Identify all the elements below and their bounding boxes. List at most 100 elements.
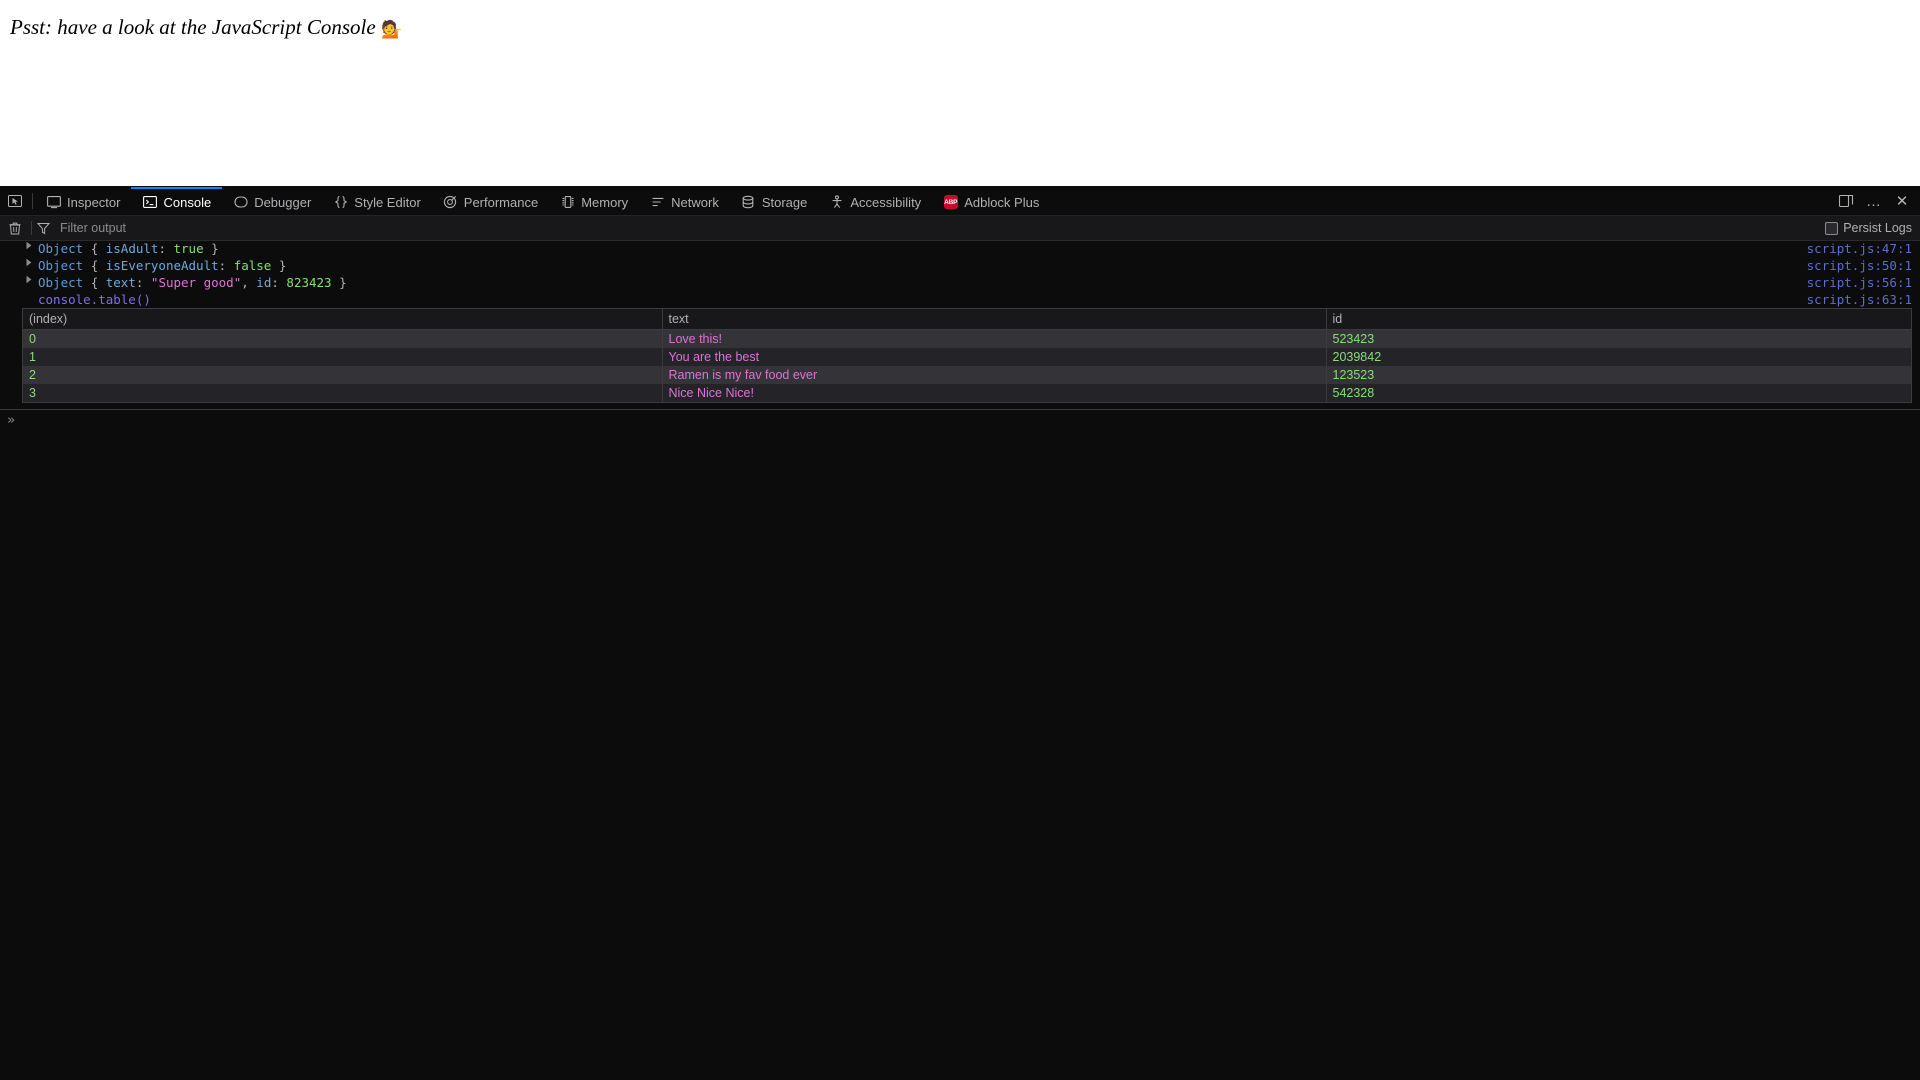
tab-storage[interactable]: Storage [730,187,819,215]
token: Object [38,241,91,256]
console-message[interactable]: Object { isEveryoneAdult: false }script.… [0,258,1920,275]
accessibility-icon [830,195,844,209]
persist-logs-label: Persist Logs [1843,221,1912,235]
console-message-list: Object { isAdult: true }script.js:47:1Ob… [0,241,1920,292]
token: : [136,275,151,290]
table-cell-text: Ramen is my fav food ever [662,366,1326,384]
token: Object [38,258,91,273]
tab-network[interactable]: Network [639,187,730,215]
token: { [91,241,106,256]
dock-panel-icon [1839,194,1854,208]
inspector-icon-wrap [46,195,61,210]
console-message-content: Object { isEveryoneAdult: false } [36,258,1795,274]
tab-accessibility[interactable]: Accessibility [818,187,932,215]
tab-label: Memory [581,195,628,210]
message-source-link[interactable]: script.js:50:1 [1795,258,1912,274]
page-content: Psst: have a look at the JavaScript Cons… [0,0,1920,186]
clear-console-button[interactable] [4,218,26,238]
close-devtools-button[interactable]: ✕ [1888,187,1916,215]
network-icon [651,195,665,209]
tab-adblock-plus[interactable]: ABP Adblock Plus [932,187,1050,215]
trash-icon [9,222,21,235]
table-cell-id: 523423 [1326,330,1911,349]
style-editor-icon [334,195,348,209]
token: false [234,258,272,273]
devtools-panel: InspectorConsole Debugger Style Editor Perf… [0,186,1920,1080]
table-row[interactable]: 2Ramen is my fav food ever123523 [23,366,1911,384]
token: } [271,258,286,273]
console-table-head: (index)textid [23,309,1911,330]
accessibility-icon-wrap [829,195,844,210]
expand-twisty-icon[interactable] [22,258,36,267]
table-cell-text: You are the best [662,348,1326,366]
console-table-label: console.table() [0,292,1795,308]
tab-performance[interactable]: Performance [432,187,549,215]
table-column-header[interactable]: id [1326,309,1911,330]
persist-logs-checkbox[interactable] [1825,222,1838,235]
token: isEveryoneAdult [106,258,219,273]
tab-label: Style Editor [354,195,420,210]
devtools-toolbar: InspectorConsole Debugger Style Editor Perf… [0,187,1920,216]
expand-twisty-icon[interactable] [22,241,36,250]
table-row[interactable]: 0Love this!523423 [23,330,1911,349]
style-editor-icon-wrap [333,195,348,210]
expand-twisty-icon[interactable] [22,275,36,284]
memory-icon-wrap [560,195,575,210]
table-column-header[interactable]: (index) [23,309,662,330]
tab-memory[interactable]: Memory [549,187,639,215]
console-output: Object { isAdult: true }script.js:47:1Ob… [0,241,1920,1080]
network-icon-wrap [650,195,665,210]
token: : [219,258,234,273]
table-header-row: (index)textid [23,309,1911,330]
tab-debugger[interactable]: Debugger [222,187,322,215]
performance-icon [443,195,457,209]
token: 823423 [286,275,331,290]
tab-label: Adblock Plus [964,195,1039,210]
tab-style-editor[interactable]: Style Editor [322,187,431,215]
console-prompt-chevron: » [0,412,22,429]
tab-label: Debugger [254,195,311,210]
console-table-source-link[interactable]: script.js:63:1 [1795,292,1912,307]
console-filter-bar: Persist Logs [0,216,1920,241]
element-picker-icon [8,194,22,208]
console-message-content: Object { isAdult: true } [36,241,1795,257]
console-message[interactable]: Object { isAdult: true }script.js:47:1 [0,241,1920,258]
token: } [332,275,347,290]
tab-label: Performance [464,195,538,210]
table-cell-index: 1 [23,348,662,366]
message-source-link[interactable]: script.js:47:1 [1795,241,1912,257]
dock-position-button[interactable] [1832,187,1860,215]
tab-console[interactable]: Console [131,187,222,215]
tab-label: Network [671,195,719,210]
toolbar-left-group [0,187,35,215]
adblock-plus-icon: ABP [944,195,958,209]
console-prompt-input[interactable] [22,412,1920,429]
token: , [241,275,256,290]
tab-label: Storage [762,195,808,210]
table-cell-index: 0 [23,330,662,349]
persist-logs-toggle[interactable]: Persist Logs [1825,221,1914,235]
table-row[interactable]: 1You are the best2039842 [23,348,1911,366]
debugger-icon [234,195,248,209]
person-tipping-hand-emoji: 💁 [381,20,402,40]
element-picker-button[interactable] [0,187,30,215]
filterbar-separator [31,221,32,235]
console-message[interactable]: Object { text: "Super good", id: 823423 … [0,275,1920,292]
table-cell-text: Love this! [662,330,1326,349]
table-row[interactable]: 3Nice Nice Nice!542328 [23,384,1911,402]
token: true [174,241,204,256]
console-prompt-row[interactable]: » [0,409,1920,431]
devtools-options-menu-button[interactable]: … [1860,187,1888,215]
token: { [91,258,106,273]
token: : [271,275,286,290]
message-source-link[interactable]: script.js:56:1 [1795,275,1912,291]
tab-inspector[interactable]: Inspector [35,187,131,215]
storage-icon [741,195,755,209]
console-message-content: Object { text: "Super good", id: 823423 … [36,275,1795,291]
filter-input-group [37,219,1825,237]
toolbar-separator [32,193,33,209]
token: isAdult [106,241,159,256]
filter-input[interactable] [56,219,1825,237]
psst-message-text: Psst: have a look at the JavaScript Cons… [10,15,381,39]
table-column-header[interactable]: text [662,309,1326,330]
